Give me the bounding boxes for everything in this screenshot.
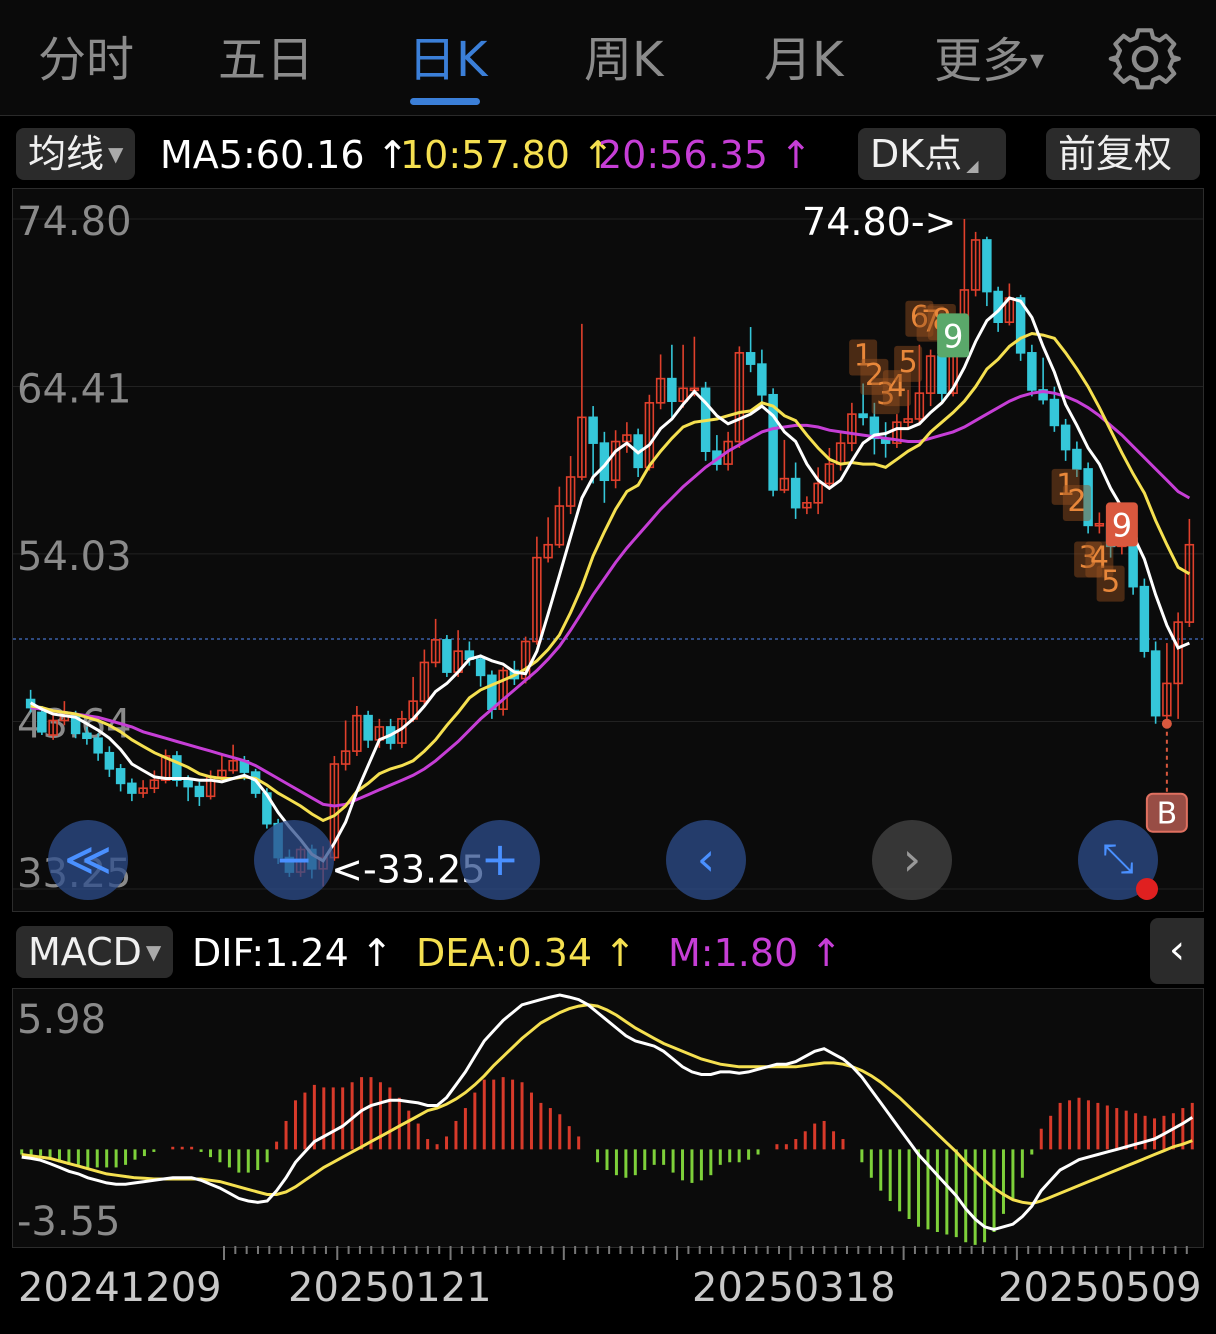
- scroll-right-button[interactable]: ›: [872, 820, 952, 900]
- ma-selector[interactable]: 均线 ▼: [16, 128, 136, 180]
- period-tab-bar: 分时 五日 日K 周K 月K 更多▾: [0, 0, 1216, 116]
- candle-body: [442, 639, 452, 673]
- tab-five-day[interactable]: 五日: [218, 28, 314, 92]
- candle-body: [588, 416, 598, 444]
- dk-signal-label: 9: [1112, 506, 1132, 544]
- ma5-value: MA5:60.16 ↑: [160, 133, 409, 177]
- date-label-2: 20250121: [288, 1265, 492, 1311]
- dea-value: DEA:0.34 ↑: [416, 931, 636, 975]
- dropdown-arrow-icon: ▼: [108, 142, 124, 166]
- dk-point-selector[interactable]: DK点 ◢: [858, 128, 1006, 180]
- dropdown-arrow-icon: ▾: [1030, 43, 1045, 76]
- candle-body: [982, 239, 992, 293]
- macd-y-tick-label: 5.98: [17, 997, 106, 1043]
- macd-panel[interactable]: 5.98 -3.55: [12, 988, 1204, 1248]
- ma20-line: [30, 389, 1191, 808]
- scroll-left-button[interactable]: ‹: [666, 820, 746, 900]
- dk-point-label: DK点: [870, 132, 963, 176]
- ma-indicator-header: 均线 ▼ MA5:60.16 ↑ 10:57.80 ↑ 20:56.35 ↑ DK…: [0, 122, 1216, 186]
- notification-dot: [1136, 878, 1158, 900]
- gear-icon[interactable]: [1108, 22, 1182, 96]
- macd-selector-label: MACD: [28, 930, 142, 974]
- ma10-value: 10:57.80 ↑: [400, 133, 614, 177]
- macd-y-tick-label: -3.55: [17, 1199, 121, 1245]
- tab-daily-k[interactable]: 日K: [408, 28, 487, 92]
- dk-count-label: 5: [899, 345, 918, 380]
- candle-body: [757, 363, 767, 396]
- candle-body: [93, 737, 103, 754]
- m-value: M:1.80 ↑: [668, 931, 843, 975]
- candle-body: [127, 782, 137, 794]
- tab-weekly-k[interactable]: 周K: [584, 28, 663, 92]
- candle-body: [745, 352, 756, 365]
- candle-body: [82, 732, 92, 740]
- candle-body: [183, 779, 193, 788]
- y-tick-label: 74.80: [17, 199, 132, 245]
- adjust-type-button[interactable]: 前复权: [1046, 128, 1200, 180]
- y-tick-label: 64.41: [17, 367, 132, 413]
- dk-count-label: 5: [1101, 565, 1120, 600]
- corner-arrow-icon: ◢: [966, 156, 979, 175]
- candle-body: [475, 658, 486, 677]
- date-label-start: 20241209: [18, 1265, 222, 1311]
- candle-body: [37, 711, 47, 733]
- candle-body: [487, 674, 497, 711]
- dk-signal-label: 9: [943, 317, 963, 355]
- dropdown-arrow-icon: ▼: [145, 940, 162, 964]
- candle-body: [1049, 398, 1060, 427]
- macd-chart: 5.98 -3.55: [17, 993, 1194, 1245]
- dk-count-label: 2: [1067, 484, 1086, 519]
- ma-selector-label: 均线: [28, 132, 105, 176]
- candle-body: [115, 768, 126, 785]
- date-label-3: 20250318: [692, 1265, 896, 1311]
- macd-selector[interactable]: MACD ▼: [16, 926, 174, 978]
- candle-body: [858, 413, 868, 419]
- chevron-left-icon: ‹: [1169, 927, 1185, 973]
- active-tab-underline: [410, 98, 480, 105]
- tab-more-label: 更多: [934, 33, 1031, 89]
- dif-line: [21, 993, 1194, 1231]
- y-tick-label: 54.03: [17, 534, 132, 580]
- candle-body: [937, 355, 947, 394]
- candle-body: [1072, 448, 1082, 470]
- scroll-far-left-button[interactable]: ≪: [48, 820, 128, 900]
- candle-body: [667, 377, 677, 403]
- ma10-line: [30, 331, 1191, 823]
- max-price-label: 74.80->: [802, 200, 956, 244]
- candle-body: [1027, 352, 1037, 391]
- collapse-panel-button[interactable]: ‹: [1150, 918, 1204, 984]
- dea-line: [21, 1003, 1193, 1206]
- date-label-end: 20250509: [998, 1265, 1202, 1311]
- date-tick-marks: [223, 1246, 1188, 1260]
- ma20-value: 20:56.35 ↑: [598, 133, 812, 177]
- macd-indicator-header: MACD ▼ DIF:1.24 ↑ DEA:0.34 ↑ M:1.80 ↑: [0, 918, 1216, 984]
- candle-body: [1150, 650, 1161, 717]
- tab-more[interactable]: 更多▾: [934, 28, 1044, 92]
- candle-body: [1060, 424, 1071, 451]
- candle-body: [194, 785, 205, 798]
- zoom-in-button[interactable]: +: [460, 820, 540, 900]
- tab-monthly-k[interactable]: 月K: [764, 28, 843, 92]
- candle-body: [104, 751, 115, 770]
- candle-body: [1139, 585, 1150, 652]
- zoom-out-button[interactable]: −: [254, 820, 334, 900]
- tab-intraday[interactable]: 分时: [38, 28, 134, 92]
- buy-badge-label: B: [1157, 797, 1178, 832]
- dif-value: DIF:1.24 ↑: [192, 931, 393, 975]
- candle-body: [790, 477, 801, 509]
- kline-panel[interactable]: 74.8064.4154.0343.6433.2574.80-><-33.251…: [12, 188, 1204, 912]
- candle-body: [363, 714, 373, 741]
- kline-chart: 74.8064.4154.0343.6433.2574.80-><-33.251…: [13, 199, 1203, 897]
